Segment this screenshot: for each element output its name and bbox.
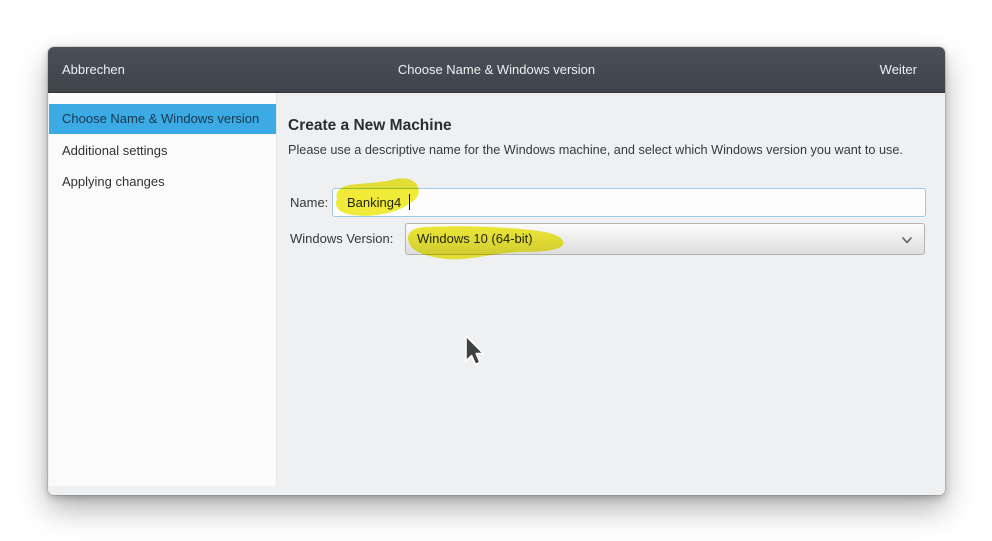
text-caret — [409, 194, 410, 210]
sidebar-item-choose-name[interactable]: Choose Name & Windows version — [49, 104, 276, 134]
windows-version-value: Windows 10 (64-bit) — [417, 231, 533, 246]
wizard-window: Abbrechen Choose Name & Windows version … — [48, 47, 945, 495]
header-bar: Abbrechen Choose Name & Windows version … — [48, 47, 945, 93]
page-subtitle: Please use a descriptive name for the Wi… — [288, 143, 903, 157]
cancel-button[interactable]: Abbrechen — [60, 47, 127, 93]
main-content: Create a New Machine Please use a descri… — [277, 93, 945, 495]
sidebar-item-additional-settings[interactable]: Additional settings — [49, 135, 276, 166]
next-button[interactable]: Weiter — [878, 47, 919, 93]
name-label: Name: — [290, 188, 328, 217]
windows-version-select[interactable]: Windows 10 (64-bit) — [405, 223, 925, 255]
header-title: Choose Name & Windows version — [168, 47, 825, 93]
name-input[interactable] — [332, 188, 926, 217]
chevron-down-icon — [900, 233, 914, 247]
window-body: Choose Name & Windows version Additional… — [48, 93, 945, 495]
page-title: Create a New Machine — [288, 117, 452, 135]
sidebar-item-applying-changes[interactable]: Applying changes — [49, 166, 276, 197]
steps-sidebar: Choose Name & Windows version Additional… — [49, 93, 277, 486]
windows-version-label: Windows Version: — [290, 223, 393, 255]
